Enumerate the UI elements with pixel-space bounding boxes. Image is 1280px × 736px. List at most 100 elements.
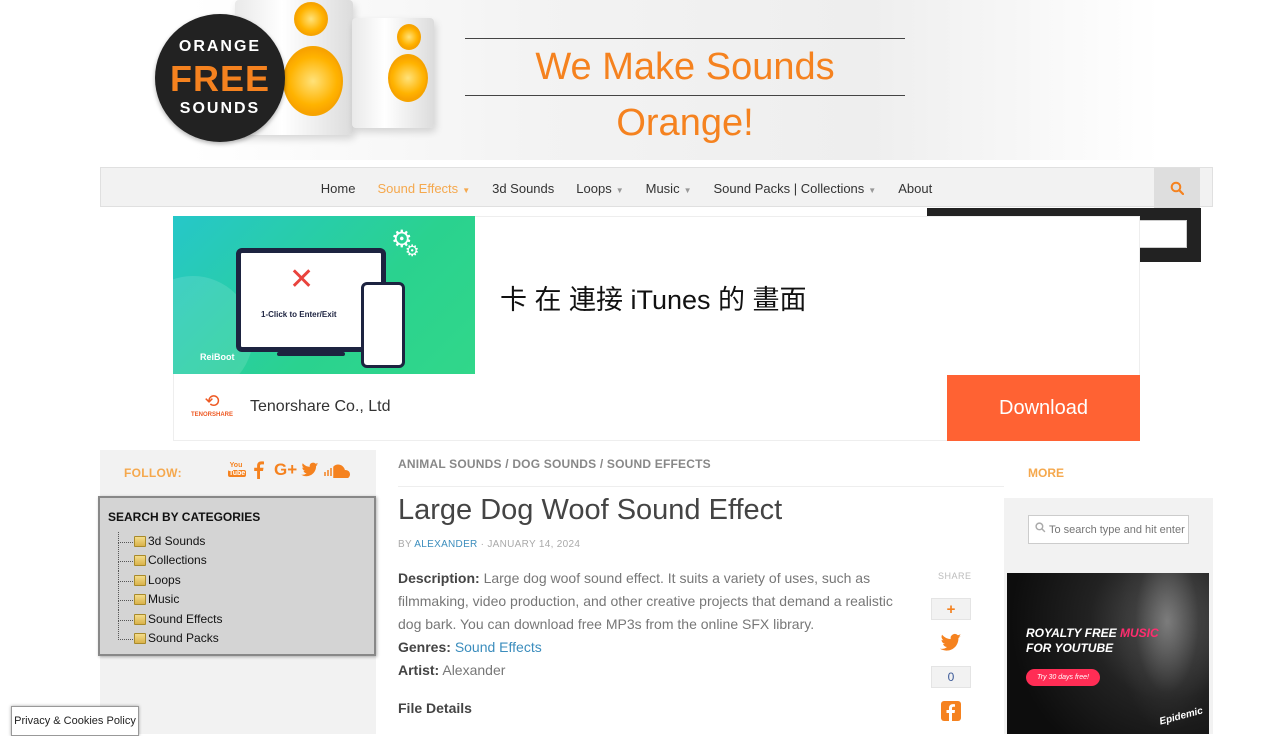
facebook-icon[interactable] xyxy=(248,460,270,480)
search-icon xyxy=(1035,522,1046,533)
more-label: MORE xyxy=(1028,466,1064,480)
facebook-icon xyxy=(946,704,955,721)
nav-item-label: Loops xyxy=(576,180,612,196)
nav-item-about[interactable]: About xyxy=(898,181,932,196)
nav-item-label: About xyxy=(898,180,933,196)
orange-speaker-cone-small-bottom xyxy=(388,54,428,102)
nav-item-home[interactable]: Home xyxy=(321,181,356,196)
facebook-share-button[interactable] xyxy=(941,701,961,721)
nav-item-label: 3d Sounds xyxy=(492,180,555,196)
chevron-down-icon: ▼ xyxy=(868,185,877,195)
page-title: Large Dog Woof Sound Effect xyxy=(398,494,783,526)
sidebar-search-input[interactable] xyxy=(1028,515,1189,544)
category-label: Music xyxy=(148,592,180,607)
category-item-3d-sounds[interactable]: 3d Sounds xyxy=(118,532,223,552)
post-author-link[interactable]: ALEXANDER xyxy=(414,539,477,550)
nav-item-sound-effects[interactable]: Sound Effects ▼ xyxy=(377,181,470,196)
nav-item-music[interactable]: Music ▼ xyxy=(646,181,692,196)
category-label: Sound Packs xyxy=(148,630,219,645)
nav-search-button[interactable] xyxy=(1154,168,1200,208)
share-plus-button[interactable]: + xyxy=(931,598,971,620)
folder-icon xyxy=(134,536,146,547)
ad-company-logo-text: TENORSHARE xyxy=(190,412,233,418)
soundcloud-icon[interactable] xyxy=(323,462,353,478)
genre-link[interactable]: Sound Effects xyxy=(455,639,542,655)
folder-icon xyxy=(134,555,146,567)
folder-icon xyxy=(134,574,146,586)
post-meta-by: BY xyxy=(398,539,415,550)
logo-text-orange: ORANGE xyxy=(178,38,262,55)
category-item-loops[interactable]: Loops xyxy=(118,570,223,591)
ad-download-button[interactable]: Download xyxy=(947,375,1140,441)
ad-company-name: Tenorshare Co., Ltd xyxy=(250,398,391,415)
logo-text-free: FREE xyxy=(169,58,270,99)
ad-title[interactable]: 卡 在 連接 iTunes 的 畫面 xyxy=(500,278,807,317)
tree-branch-line xyxy=(118,532,133,543)
category-label: Collections xyxy=(148,553,207,568)
privacy-cookies-button[interactable]: Privacy & Cookies Policy xyxy=(11,706,139,736)
monitor-base xyxy=(277,352,345,356)
orange-speaker-cone-small-top xyxy=(397,24,421,50)
chevron-down-icon: ▼ xyxy=(615,185,624,195)
twitter-icon[interactable] xyxy=(301,462,319,478)
gear-icon-small: ⚙ xyxy=(405,243,420,260)
post-meta: BY ALEXANDER · JANUARY 14, 2024 xyxy=(398,539,580,550)
chevron-down-icon: ▼ xyxy=(683,185,692,195)
plus-icon: + xyxy=(946,600,956,618)
description-label: Description: xyxy=(398,570,480,586)
categories-tree: 3d Sounds Collections Loops Music Sound Effe… xyxy=(118,532,223,648)
category-label: Loops xyxy=(148,572,181,587)
youtube-icon[interactable]: You Tube xyxy=(228,462,247,478)
site-logo[interactable]: ORANGE FREE SOUNDS xyxy=(155,14,285,142)
category-label: 3d Sounds xyxy=(148,534,206,548)
tenorshare-logo-icon: ⟲ xyxy=(204,391,220,411)
wrench-icon: ✕ xyxy=(289,263,315,296)
twitter-icon xyxy=(940,634,962,651)
post-genres: Genres: Sound Effects xyxy=(398,639,542,655)
orange-speaker-cone-bottom xyxy=(283,46,343,116)
file-details-heading: File Details xyxy=(398,700,472,716)
genres-label: Genres: xyxy=(398,639,451,655)
categories-box: SEARCH BY CATEGORIES 3d Sounds Collection… xyxy=(98,496,376,656)
nav-item-label: Home xyxy=(320,180,356,196)
phone-frame xyxy=(361,282,405,368)
categories-title: SEARCH BY CATEGORIES xyxy=(108,510,261,524)
main-nav: Home Sound Effects ▼ 3d Sounds Loops ▼ Music ▼ S… xyxy=(100,167,1213,208)
chevron-down-icon: ▼ xyxy=(462,185,471,195)
tree-branch-line xyxy=(118,609,133,621)
ad-image[interactable]: ⚙ ⚙ ✕ 1-Click to Enter/Exit ReiBoot xyxy=(173,216,475,374)
twitter-share-button[interactable] xyxy=(940,633,962,658)
sidebar-ad-line1-a: ROYALTY FREE xyxy=(1026,626,1121,640)
share-count: 0 xyxy=(931,666,971,688)
post-date: · JANUARY 14, 2024 xyxy=(477,539,581,550)
sidebar-ad-cta-button[interactable]: Try 30 days free! xyxy=(1026,669,1100,686)
tree-branch-line xyxy=(118,551,133,563)
search-icon xyxy=(1170,181,1184,195)
nav-item-label: Music xyxy=(645,180,680,196)
post-artist: Artist: Alexander xyxy=(398,662,505,678)
orange-speaker-cone-top xyxy=(294,2,328,36)
category-item-sound-effects[interactable]: Sound Effects xyxy=(118,609,223,630)
sidebar-ad-line2: FOR YOUTUBE xyxy=(1026,641,1114,655)
sidebar-ad[interactable]: ROYALTY FREE MUSIC FOR YOUTUBE Try 30 da… xyxy=(1007,573,1209,734)
tree-branch-line xyxy=(118,628,133,640)
folder-icon xyxy=(134,613,146,625)
nav-item-3d-sounds[interactable]: 3d Sounds xyxy=(492,181,554,196)
nav-item-loops[interactable]: Loops ▼ xyxy=(576,181,623,196)
folder-icon xyxy=(134,594,146,606)
google-plus-icon[interactable]: G+ xyxy=(274,460,297,480)
share-label: SHARE xyxy=(938,571,972,581)
category-item-music[interactable]: Music xyxy=(118,590,223,611)
social-links: You Tube G+ xyxy=(228,460,353,480)
nav-item-sound-packs-collections[interactable]: Sound Packs | Collections ▼ xyxy=(714,181,877,196)
breadcrumb[interactable]: ANIMAL SOUNDS / DOG SOUNDS / SOUND EFFEC… xyxy=(398,457,711,471)
category-label: Sound Effects xyxy=(148,611,223,626)
category-item-sound-packs[interactable]: Sound Packs xyxy=(118,628,223,648)
tree-branch-line xyxy=(118,590,133,602)
youtube-icon-top: You xyxy=(229,462,243,469)
category-item-collections[interactable]: Collections xyxy=(118,551,223,572)
ad-image-caption: 1-Click to Enter/Exit xyxy=(261,310,337,319)
nav-item-label: Sound Packs | Collections xyxy=(713,180,865,196)
ad-company-logo: ⟲ TENORSHARE xyxy=(188,392,236,418)
breadcrumb-divider xyxy=(398,486,1004,487)
